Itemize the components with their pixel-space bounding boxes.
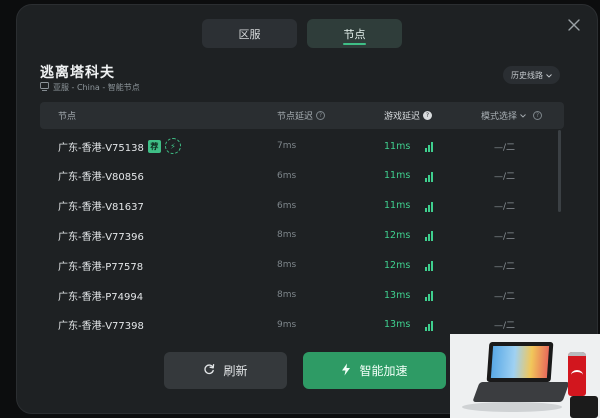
node-row[interactable]: 广东-香港-P77578 8ms 12ms —/二	[40, 250, 560, 280]
help-icon[interactable]: ?	[316, 111, 326, 120]
chevron-down-icon	[520, 111, 526, 121]
smart-boost-button[interactable]: 智能加速	[303, 352, 446, 389]
signal-icon	[425, 250, 433, 280]
mode-select[interactable]: —/二	[494, 220, 515, 250]
node-latency: 9ms	[277, 319, 297, 330]
column-node-label: 节点	[58, 112, 77, 122]
node-row[interactable]: 广东-香港-V80856 6ms 11ms —/二	[40, 161, 560, 191]
node-latency: 8ms	[277, 230, 297, 241]
node-name: 广东-香港-V81637	[58, 202, 144, 214]
help-icon[interactable]: ?	[533, 111, 543, 120]
node-name: 广东-香港-V77396	[58, 231, 144, 243]
node-row[interactable]: 广东-香港-V77396 8ms 12ms —/二	[40, 220, 560, 250]
node-name: 广东-香港-V77398	[58, 321, 144, 333]
tab-node[interactable]: 节点	[307, 19, 402, 48]
node-name-cell: 广东-香港-V77396	[58, 220, 144, 250]
scrollbar[interactable]	[558, 130, 561, 212]
node-name-cell: 广东-香港-V75138 荐 ⚡	[58, 131, 181, 161]
node-name-cell: 广东-香港-V77398	[58, 310, 144, 340]
node-name-cell: 广东-香港-V81637	[58, 191, 144, 221]
refresh-button[interactable]: 刷新	[164, 352, 287, 389]
tab-server[interactable]: 区服	[202, 19, 297, 48]
node-row[interactable]: 广东-香港-V75138 荐 ⚡ 7ms 11ms —/二	[40, 131, 560, 161]
column-game-latency-label: 游戏延迟	[384, 112, 421, 122]
node-latency: 6ms	[277, 170, 297, 181]
signal-icon	[425, 161, 433, 191]
node-row[interactable]: 广东-香港-V81637 6ms 11ms —/二	[40, 191, 560, 221]
node-name-cell: 广东-香港-P77578	[58, 250, 143, 280]
lightning-icon	[341, 363, 351, 379]
node-name: 广东-香港-V75138	[58, 142, 144, 154]
region-info: 亚服 - China - 智能节点	[40, 82, 140, 93]
table-header: 节点 节点延迟 ? 游戏延迟 ? 模式选择 ?	[40, 102, 564, 129]
node-row[interactable]: 广东-香港-P74994 8ms 13ms —/二	[40, 280, 560, 310]
game-latency: 13ms	[384, 289, 411, 301]
region-text: 亚服 - China - 智能节点	[53, 83, 140, 92]
server-icon	[40, 82, 49, 93]
node-name-cell: 广东-香港-P74994	[58, 280, 143, 310]
game-latency: 13ms	[384, 319, 411, 331]
smart-boost-label: 智能加速	[359, 364, 408, 378]
node-name: 广东-香港-V80856	[58, 172, 144, 184]
history-route-button[interactable]: 历史线路	[503, 66, 560, 84]
node-latency: 8ms	[277, 290, 297, 300]
game-latency: 12ms	[384, 259, 411, 271]
column-node-latency: 节点延迟 ?	[277, 102, 326, 129]
advertisement-image	[450, 334, 600, 418]
signal-icon	[425, 280, 433, 310]
game-latency: 11ms	[384, 140, 411, 152]
game-latency: 11ms	[384, 170, 411, 182]
refresh-label: 刷新	[223, 364, 248, 378]
refresh-icon	[203, 363, 215, 378]
app-frame: 区服 节点 逃离塔科夫 亚服 - China - 智能节点 历史线路 节点 节点…	[0, 0, 600, 418]
mode-select[interactable]: —/二	[494, 191, 515, 221]
signal-icon	[425, 131, 433, 161]
mode-select[interactable]: —/二	[494, 131, 515, 161]
game-latency: 11ms	[384, 200, 411, 212]
column-node-latency-label: 节点延迟	[277, 112, 314, 122]
close-icon[interactable]	[563, 14, 585, 36]
tab-bar: 区服 节点	[202, 19, 402, 48]
mode-select[interactable]: —/二	[494, 250, 515, 280]
column-game-latency: 游戏延迟 ?	[384, 102, 433, 129]
history-route-label: 历史线路	[511, 70, 543, 80]
game-title: 逃离塔科夫	[40, 65, 115, 81]
signal-icon	[425, 191, 433, 221]
boost-status-icon: ⚡	[164, 138, 181, 154]
node-latency: 7ms	[277, 141, 297, 151]
chevron-down-icon	[546, 71, 552, 80]
node-latency: 8ms	[277, 260, 297, 271]
signal-icon	[425, 220, 433, 250]
game-latency: 12ms	[384, 229, 411, 241]
recommended-badge: 荐	[147, 139, 161, 153]
help-icon[interactable]: ?	[423, 111, 433, 120]
mode-select[interactable]: —/二	[494, 161, 515, 191]
node-name: 广东-香港-P77578	[58, 261, 144, 273]
column-mode[interactable]: 模式选择 ?	[481, 102, 543, 129]
signal-icon	[425, 310, 433, 340]
node-name: 广东-香港-P74994	[58, 291, 144, 303]
node-latency: 6ms	[277, 200, 297, 211]
column-node: 节点	[58, 102, 76, 129]
node-name-cell: 广东-香港-V80856	[58, 161, 144, 191]
column-mode-label: 模式选择	[481, 112, 518, 122]
mode-select[interactable]: —/二	[494, 280, 515, 310]
